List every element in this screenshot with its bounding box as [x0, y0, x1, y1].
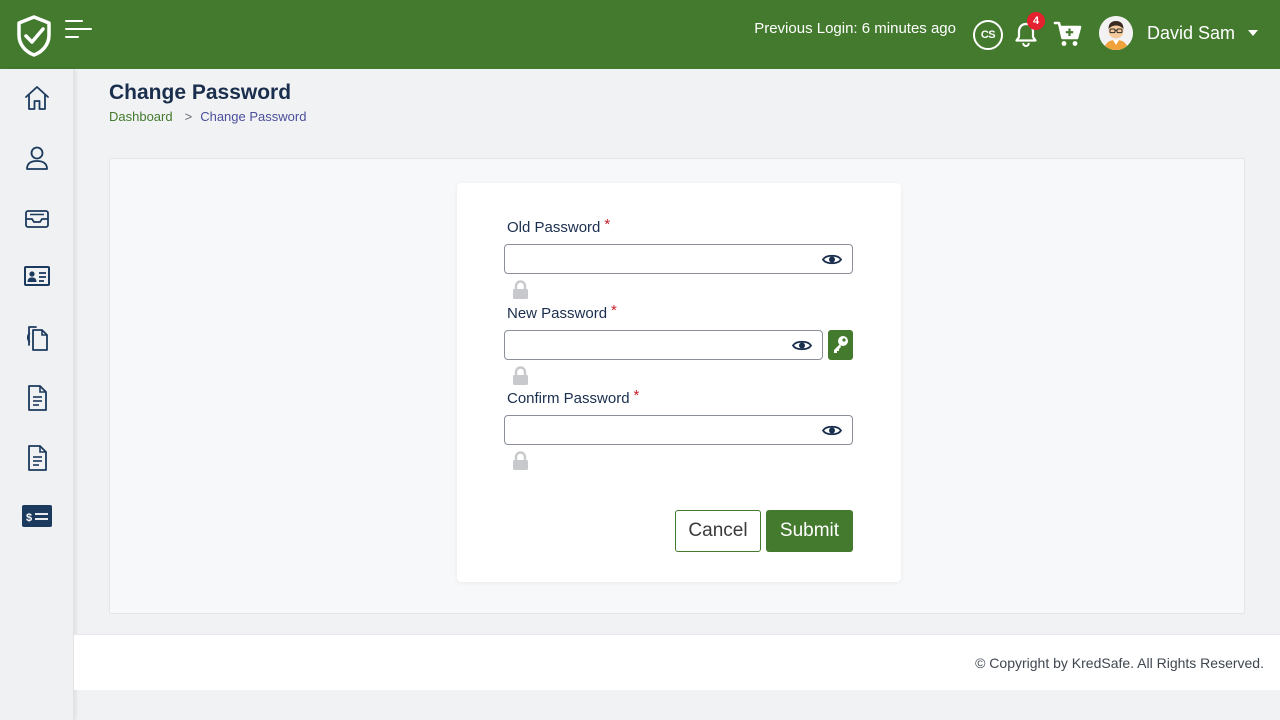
new-password-field[interactable] [504, 330, 823, 360]
footer: © Copyright by KredSafe. All Rights Rese… [74, 634, 1280, 690]
previous-login-text: Previous Login: 6 minutes ago [754, 20, 956, 37]
file-list-icon[interactable] [22, 443, 52, 473]
confirm-password-input[interactable] [505, 416, 852, 444]
id-card-icon[interactable] [22, 261, 52, 291]
confirm-password-field[interactable] [504, 415, 853, 445]
breadcrumb-dashboard-link[interactable]: Dashboard [109, 109, 173, 124]
home-icon[interactable] [22, 83, 52, 113]
key-icon [834, 336, 848, 353]
eye-icon[interactable] [792, 339, 812, 352]
breadcrumb-separator: > [184, 109, 193, 124]
svg-text:$: $ [26, 512, 32, 524]
new-password-label: New Password * [507, 302, 617, 322]
generate-password-button[interactable] [828, 330, 853, 360]
file-text-icon[interactable] [22, 383, 52, 413]
inbox-icon[interactable] [22, 203, 52, 233]
notification-count-badge: 4 [1027, 12, 1045, 30]
cancel-button[interactable]: Cancel [675, 510, 761, 552]
user-icon[interactable] [22, 143, 52, 173]
menu-toggle-icon[interactable] [64, 18, 94, 42]
user-name-dropdown[interactable]: David Sam [1147, 22, 1235, 44]
copyright-text: © Copyright by KredSafe. All Rights Rese… [975, 655, 1264, 671]
lock-icon [513, 366, 528, 385]
old-password-input[interactable] [505, 245, 852, 273]
documents-icon[interactable] [22, 323, 52, 353]
old-password-field[interactable] [504, 244, 853, 274]
submit-button[interactable]: Submit [766, 510, 853, 552]
sidebar-nav: $ [0, 69, 74, 720]
cs-support-icon[interactable]: CS [973, 20, 1003, 50]
top-navbar: Previous Login: 6 minutes ago CS 4 David… [0, 0, 1280, 69]
cart-icon[interactable] [1053, 19, 1083, 49]
required-marker: * [611, 302, 617, 319]
lock-icon [513, 280, 528, 299]
shield-check-logo-icon[interactable] [16, 15, 52, 57]
old-password-label: Old Password * [507, 216, 611, 236]
required-marker: * [633, 387, 640, 404]
confirm-password-label: Confirm Password * [507, 387, 640, 407]
user-avatar[interactable] [1099, 16, 1133, 50]
required-marker: * [604, 216, 611, 233]
breadcrumb-current: Change Password [200, 109, 307, 124]
billing-icon[interactable]: $ [22, 501, 52, 531]
lock-icon [513, 451, 528, 470]
eye-icon[interactable] [822, 253, 842, 266]
page-title: Change Password [109, 81, 292, 104]
breadcrumb: Dashboard > Change Password [109, 109, 306, 125]
new-password-input[interactable] [505, 331, 822, 359]
chevron-down-icon[interactable] [1248, 30, 1258, 36]
eye-icon[interactable] [822, 424, 842, 437]
